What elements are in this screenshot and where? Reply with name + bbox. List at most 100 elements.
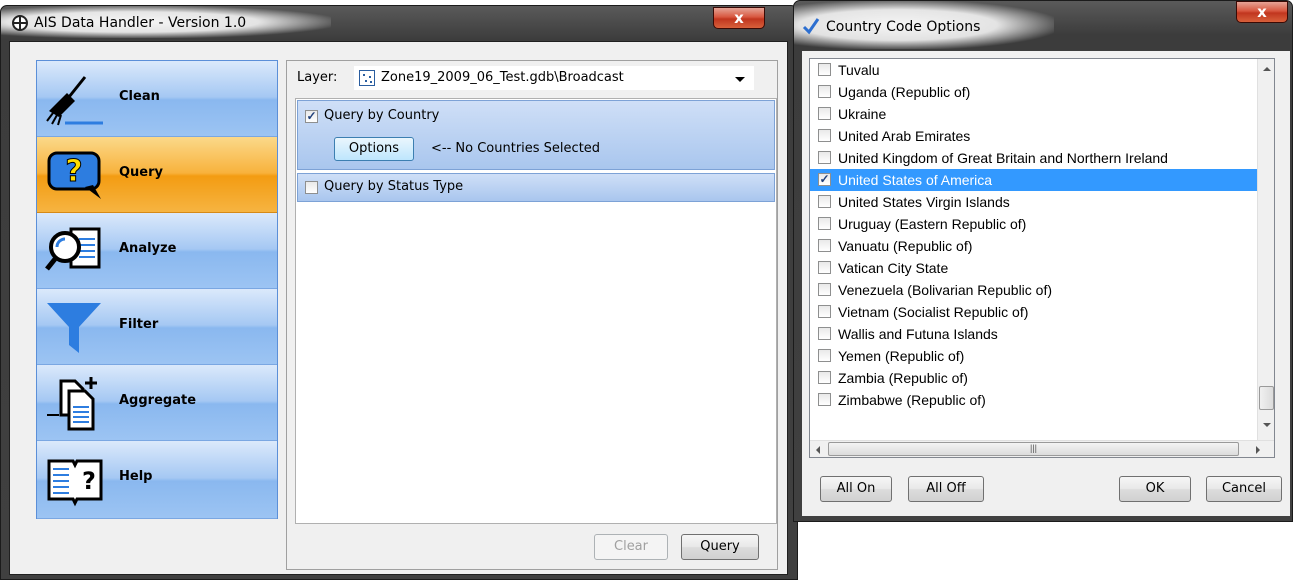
country-checkbox[interactable] <box>818 393 831 406</box>
country-label: United States Virgin Islands <box>838 194 1010 210</box>
vertical-scrollbar[interactable] <box>1257 59 1274 442</box>
options-button[interactable]: Options <box>334 137 414 161</box>
nav-label-filter: Filter <box>119 317 159 332</box>
country-row[interactable]: Vatican City State <box>810 257 1259 279</box>
scroll-right-icon[interactable] <box>1256 446 1260 454</box>
check-icon <box>802 18 820 35</box>
country-label: United Kingdom of Great Britain and Nort… <box>838 150 1168 166</box>
query-by-status-section: Query by Status Type <box>297 173 775 202</box>
country-checkbox[interactable] <box>818 239 831 252</box>
country-row[interactable]: Yemen (Republic of) <box>810 345 1259 367</box>
query-button[interactable]: Query <box>681 534 759 560</box>
country-checkbox[interactable] <box>818 63 831 76</box>
country-label: United Arab Emirates <box>838 128 971 144</box>
cco-close-button[interactable]: x <box>1236 1 1288 23</box>
query-options-area: ✓ Query by Country Options <-- No Countr… <box>295 98 777 524</box>
layer-dropdown[interactable]: Zone19_2009_06_Test.gdb\Broadcast <box>354 66 754 90</box>
country-row[interactable]: United States Virgin Islands <box>810 191 1259 213</box>
documents-plus-icon <box>47 377 97 431</box>
country-row[interactable]: Vietnam (Socialist Republic of) <box>810 301 1259 323</box>
scroll-up-icon[interactable] <box>1263 67 1271 71</box>
all-off-button[interactable]: All Off <box>908 476 984 502</box>
country-row[interactable]: United Kingdom of Great Britain and Nort… <box>810 147 1259 169</box>
book-question-icon: ? <box>47 459 103 507</box>
nav-item-aggregate[interactable]: Aggregate <box>37 365 277 441</box>
nav-item-clean[interactable]: Clean <box>37 61 277 137</box>
country-row[interactable]: Venezuela (Bolivarian Republic of) <box>810 279 1259 301</box>
nav-label-analyze: Analyze <box>119 241 177 256</box>
country-checkbox[interactable] <box>818 195 831 208</box>
country-row[interactable]: Wallis and Futuna Islands <box>810 323 1259 345</box>
scroll-down-icon[interactable] <box>1263 423 1271 427</box>
country-checkbox[interactable] <box>818 107 831 120</box>
ok-button[interactable]: OK <box>1119 476 1191 502</box>
country-row[interactable]: Vanuatu (Republic of) <box>810 235 1259 257</box>
horizontal-scroll-thumb[interactable]: ||| <box>828 442 1239 456</box>
country-label: Vatican City State <box>838 260 949 276</box>
horizontal-scrollbar[interactable]: ||| <box>810 440 1274 457</box>
country-label: Uganda (Republic of) <box>838 84 971 100</box>
country-row[interactable]: Uganda (Republic of) <box>810 81 1259 103</box>
ais-titlebar[interactable]: AIS Data Handler - Version 1.0 x <box>1 6 797 40</box>
country-row[interactable]: United Arab Emirates <box>810 125 1259 147</box>
country-label: Wallis and Futuna Islands <box>838 326 998 342</box>
svg-text:?: ? <box>82 467 96 495</box>
query-by-country-checkbox[interactable]: ✓ <box>305 110 318 123</box>
query-by-status-checkbox[interactable] <box>305 181 318 194</box>
country-label: Zambia (Republic of) <box>838 370 968 386</box>
country-selection-status: <-- No Countries Selected <box>431 141 601 156</box>
nav-item-analyze[interactable]: Analyze <box>37 213 277 289</box>
country-label: United States of America <box>838 172 993 188</box>
question-bubble-icon: ? <box>47 151 101 199</box>
country-checkbox[interactable] <box>818 349 831 362</box>
country-label: Vietnam (Socialist Republic of) <box>838 304 1029 320</box>
country-checkbox[interactable] <box>818 151 831 164</box>
query-by-status-label: Query by Status Type <box>324 179 464 194</box>
vertical-scroll-thumb[interactable] <box>1259 386 1274 410</box>
chevron-down-icon <box>735 77 745 82</box>
sidebar-nav: Clean ? Query Analyze Filter Aggregate ?… <box>36 60 278 519</box>
country-row[interactable]: Zimbabwe (Republic of) <box>810 389 1259 411</box>
country-label: Zimbabwe (Republic of) <box>838 392 986 408</box>
nav-label-query: Query <box>119 165 164 180</box>
country-label: Venezuela (Bolivarian Republic of) <box>838 282 1053 298</box>
country-label: Uruguay (Eastern Republic of) <box>838 216 1027 232</box>
country-row[interactable]: Zambia (Republic of) <box>810 367 1259 389</box>
country-checkbox[interactable] <box>818 283 831 296</box>
cancel-button[interactable]: Cancel <box>1206 476 1282 502</box>
country-checkbox[interactable]: ✓ <box>818 173 831 186</box>
nav-label-clean: Clean <box>119 89 160 104</box>
query-by-country-label: Query by Country <box>324 108 440 123</box>
country-checkbox[interactable] <box>818 85 831 98</box>
cco-window-title: Country Code Options <box>826 19 981 35</box>
clear-button[interactable]: Clear <box>594 534 668 560</box>
country-label: Vanuatu (Republic of) <box>838 238 973 254</box>
country-row[interactable]: ✓ United States of America <box>810 169 1259 191</box>
scroll-left-icon[interactable] <box>816 446 820 454</box>
country-list[interactable]: Tuvalu Uganda (Republic of) Ukraine United … <box>809 58 1275 458</box>
ais-client-area: Clean ? Query Analyze Filter Aggregate ?… <box>9 41 788 575</box>
country-label: Tuvalu <box>838 62 880 78</box>
funnel-icon <box>47 303 101 353</box>
cco-titlebar[interactable]: Country Code Options x <box>794 1 1292 51</box>
country-checkbox[interactable] <box>818 129 831 142</box>
country-checkbox[interactable] <box>818 261 831 274</box>
ais-close-button[interactable]: x <box>713 7 765 29</box>
nav-label-aggregate: Aggregate <box>119 393 197 408</box>
country-checkbox[interactable] <box>818 305 831 318</box>
nav-item-help[interactable]: ? Help <box>37 441 277 519</box>
app-globe-icon <box>12 15 28 31</box>
country-label: Ukraine <box>838 106 887 122</box>
country-row[interactable]: Uruguay (Eastern Republic of) <box>810 213 1259 235</box>
nav-item-filter[interactable]: Filter <box>37 289 277 365</box>
country-row[interactable]: Ukraine <box>810 103 1259 125</box>
nav-item-query[interactable]: ? Query <box>37 137 277 213</box>
all-on-button[interactable]: All On <box>820 476 892 502</box>
country-checkbox[interactable] <box>818 217 831 230</box>
country-checkbox[interactable] <box>818 327 831 340</box>
ais-data-handler-window: AIS Data Handler - Version 1.0 x Clean ?… <box>0 5 798 580</box>
svg-text:?: ? <box>65 154 82 189</box>
country-checkbox[interactable] <box>818 371 831 384</box>
point-layer-icon <box>359 70 375 86</box>
country-row[interactable]: Tuvalu <box>810 59 1259 81</box>
